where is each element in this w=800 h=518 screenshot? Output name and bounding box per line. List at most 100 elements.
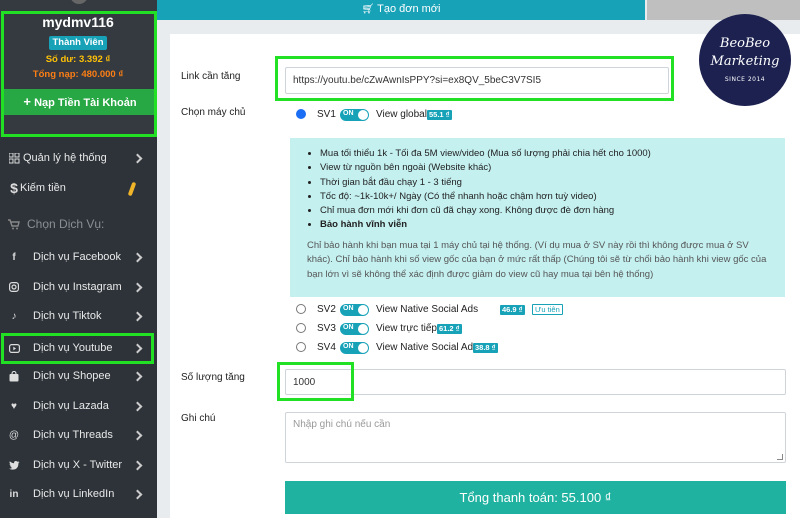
sidebar-item-lazada[interactable]: ♥ Dịch vụ Lazada: [0, 392, 157, 420]
note-label: Ghi chú: [181, 413, 216, 424]
server-info-box: Mua tối thiểu 1k - Tối đa 5M view/video …: [290, 138, 785, 297]
toggle-label: ON: [343, 110, 354, 117]
tab-create-order[interactable]: 🛒︎ Tạo đơn mới: [157, 0, 645, 20]
info-item: Bảo hành vĩnh viễn: [320, 218, 651, 232]
shopee-icon: [8, 370, 20, 382]
sidebar-item-instagram[interactable]: Dịch vụ Instagram: [0, 273, 157, 301]
toggle-sv4[interactable]: ON: [340, 342, 369, 354]
radio-sv4[interactable]: [296, 342, 306, 352]
sidebar-item-threads[interactable]: @ Dịch vụ Threads: [0, 421, 157, 449]
dollar-icon: $: [10, 180, 18, 196]
toggle-sv3[interactable]: ON: [340, 323, 369, 335]
info-item: Thời gian bắt đầu chạy 1 - 3 tiếng: [320, 176, 651, 190]
sidebar-item-label: Dịch vụ Shopee: [33, 370, 111, 382]
sidebar-section-services: Chọn Dịch Vụ:: [0, 210, 157, 238]
brand-logo: BeoBeo Marketing SINCE 2014: [699, 14, 791, 106]
sidebar-item-facebook[interactable]: f Dịch vụ Facebook: [0, 243, 157, 271]
toggle-label: ON: [343, 305, 354, 312]
server-code: SV2: [317, 304, 336, 315]
sidebar-item-tiktok[interactable]: ♪ Dịch vụ Tiktok: [0, 302, 157, 330]
sidebar-item-label: Dịch vụ Instagram: [33, 281, 122, 293]
quantity-highlight-box: [277, 362, 354, 401]
toggle-sv1[interactable]: ON: [340, 109, 369, 121]
toggle-label: ON: [343, 343, 354, 350]
radio-sv1[interactable]: [296, 109, 306, 119]
info-item: Tốc độ: ~1k-10k+/ Ngày (Có thể nhanh hoặ…: [320, 190, 651, 204]
logo-since: SINCE 2014: [724, 76, 766, 83]
server-code: SV3: [317, 323, 336, 334]
sidebar-item-label: Dịch vụ Threads: [33, 429, 113, 441]
logo-text: Marketing: [710, 54, 780, 69]
price-badge: 46.9 ₫: [500, 305, 525, 315]
sidebar-item-shopee[interactable]: Dịch vụ Shopee: [0, 362, 157, 390]
server-name: View Native Social Ads: [376, 342, 479, 353]
info-item: View từ nguồn bên ngoài (Website khác): [320, 161, 651, 175]
chevron-right-icon: [132, 371, 143, 381]
grid-icon: [8, 152, 20, 164]
threads-icon: @: [8, 429, 20, 441]
server-name: View trực tiếp: [376, 323, 437, 334]
sidebar: mydmv116 Thành Viên Số dư: 3.392 ₫ Tổng …: [0, 0, 157, 518]
sidebar-item-earn[interactable]: $ Kiếm tiền: [0, 174, 157, 202]
toggle-sv2[interactable]: ON: [340, 304, 369, 316]
logo-text: BeoBeo: [719, 36, 771, 51]
server-code: SV4: [317, 342, 336, 353]
chevron-right-icon: [132, 311, 143, 321]
sidebar-item-label: Dịch vụ Lazada: [33, 400, 109, 412]
priority-tag: Ưu tiên: [532, 304, 563, 315]
server-label: Chọn máy chủ: [181, 107, 246, 118]
server-name: View global: [376, 109, 427, 120]
radio-sv3[interactable]: [296, 323, 306, 333]
chevron-right-icon: [132, 489, 143, 499]
tab-order-history[interactable]: [647, 0, 800, 20]
linkedin-icon: in: [9, 488, 19, 500]
price-badge: 55.1 ₫: [427, 110, 452, 120]
link-highlight-box: [275, 56, 674, 101]
warranty-note: Chỉ bảo hành khi bạn mua tại 1 máy chủ t…: [307, 240, 767, 280]
tiktok-icon: ♪: [11, 310, 17, 322]
radio-sv2[interactable]: [296, 304, 306, 314]
resize-handle[interactable]: [777, 454, 783, 460]
twitter-icon: [8, 459, 20, 471]
pay-button[interactable]: Tổng thanh toán: 55.100 ₫: [285, 481, 786, 514]
facebook-icon: f: [12, 251, 16, 263]
quantity-label: Số lượng tăng: [181, 372, 245, 383]
sidebar-item-label: Dịch vụ LinkedIn: [33, 488, 115, 500]
quantity-input[interactable]: 1000: [285, 369, 786, 395]
sidebar-item-twitter[interactable]: Dịch vụ X - Twitter: [0, 451, 157, 479]
note-placeholder: Nhập ghi chú nếu cần: [293, 419, 391, 430]
pencil-icon: [127, 181, 137, 197]
instagram-icon: [8, 281, 20, 293]
profile-highlight-box: [1, 11, 157, 137]
sidebar-section-label: Chọn Dịch Vụ:: [27, 217, 105, 231]
chevron-right-icon: [132, 252, 143, 262]
price-badge: 61.2 ₫: [437, 324, 462, 334]
heart-icon: ♥: [11, 400, 17, 412]
link-label: Link cần tăng: [181, 71, 241, 82]
chevron-right-icon: [132, 153, 143, 163]
info-item: Mua tối thiểu 1k - Tối đa 5M view/video …: [320, 147, 651, 161]
server-name: View Native Social Ads: [376, 304, 479, 315]
sidebar-item-label: Dịch vụ X - Twitter: [33, 459, 123, 471]
sidebar-item-linkedin[interactable]: in Dịch vụ LinkedIn: [0, 480, 157, 508]
sidebar-item-system[interactable]: Quản lý hệ thống: [0, 144, 157, 172]
sidebar-item-label: Dịch vụ Facebook: [33, 251, 122, 263]
cart-icon: [8, 218, 20, 230]
avatar[interactable]: [70, 0, 88, 4]
chevron-right-icon: [132, 430, 143, 440]
note-textarea[interactable]: Nhập ghi chú nếu cần: [285, 412, 786, 463]
chevron-right-icon: [132, 460, 143, 470]
sidebar-item-label: Quản lý hệ thống: [23, 152, 107, 164]
tab-create-order-label: Tạo đơn mới: [377, 3, 441, 15]
server-code: SV1: [317, 109, 336, 120]
youtube-highlight-box: [1, 333, 154, 364]
sidebar-item-label: Dịch vụ Tiktok: [33, 310, 102, 322]
info-list: Mua tối thiểu 1k - Tối đa 5M view/video …: [320, 147, 651, 233]
info-item: Chỉ mua đơn mới khi đơn cũ đã chạy xong.…: [320, 204, 651, 218]
cart-icon: 🛒︎: [361, 4, 375, 15]
app-root: mydmv116 Thành Viên Số dư: 3.392 ₫ Tổng …: [0, 0, 800, 518]
price-badge: 38.8 ₫: [473, 343, 498, 353]
toggle-label: ON: [343, 324, 354, 331]
sidebar-item-label: Kiếm tiền: [20, 182, 66, 194]
chevron-right-icon: [132, 401, 143, 411]
